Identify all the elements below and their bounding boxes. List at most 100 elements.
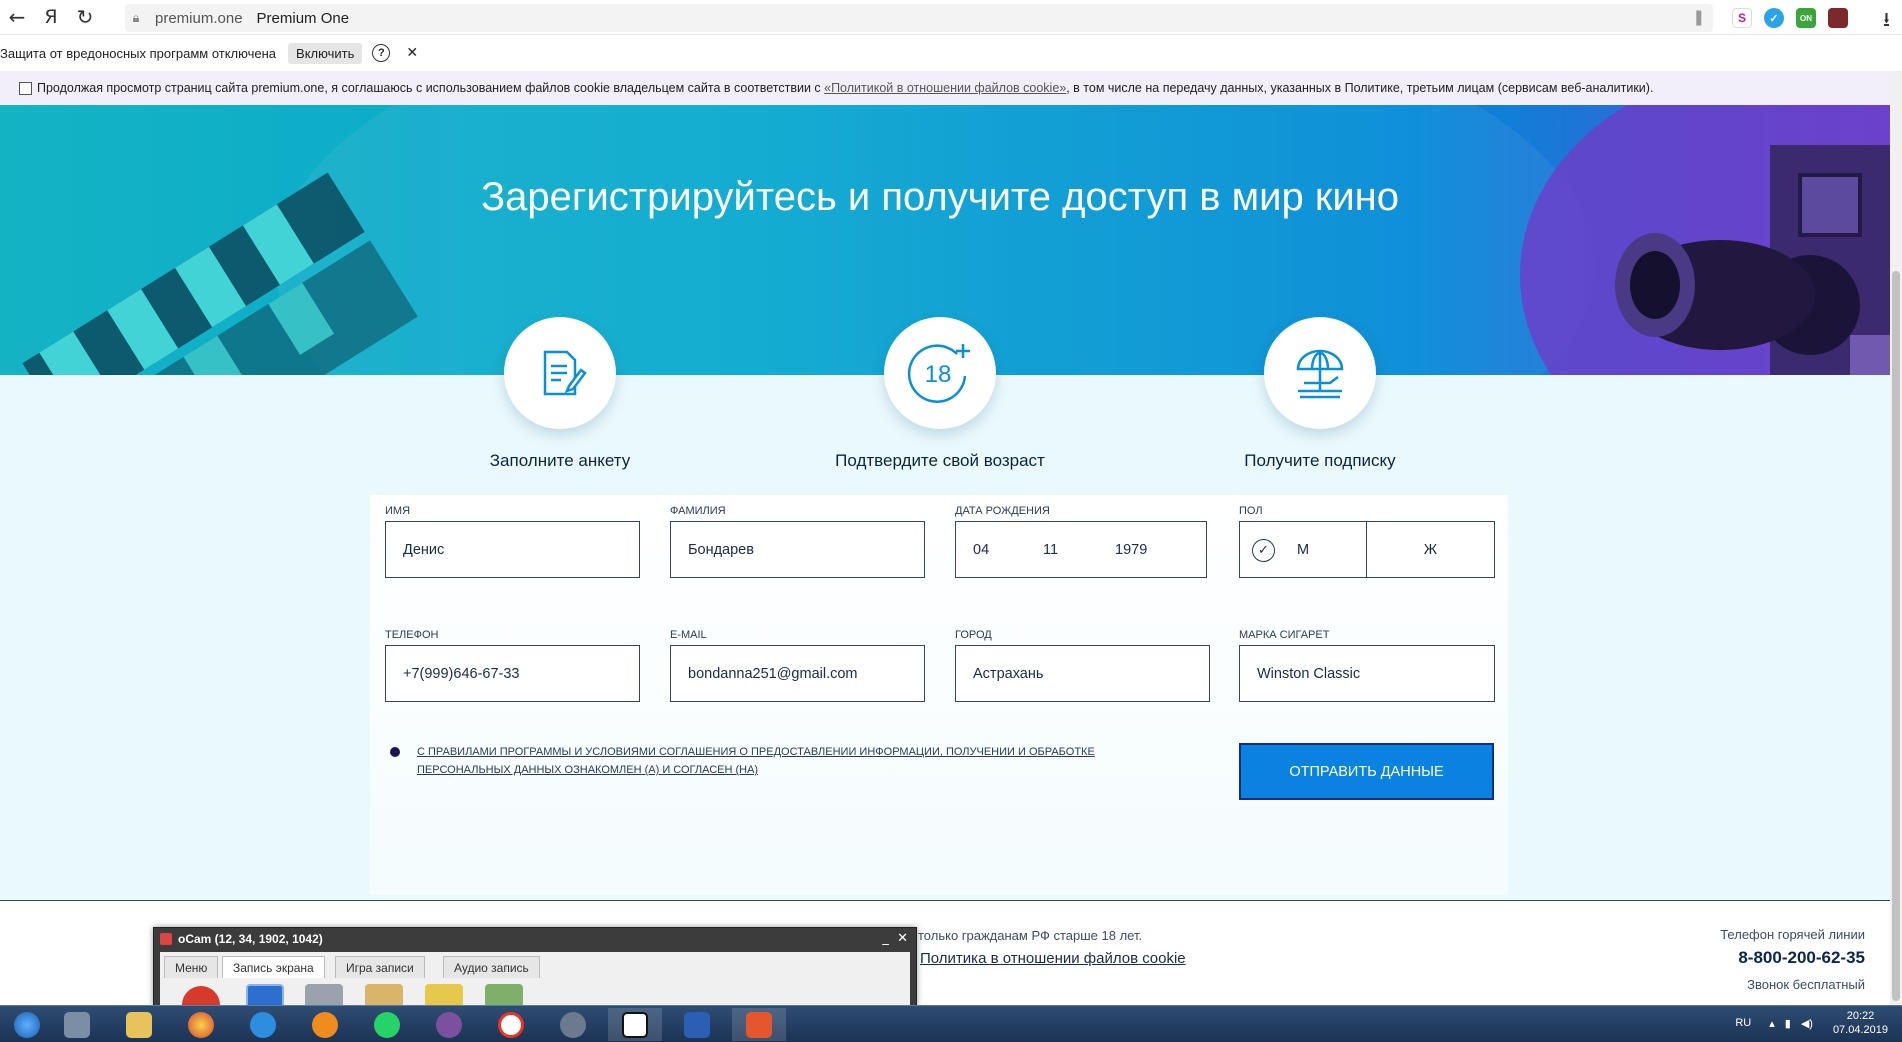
extension-telegram-icon[interactable]: ✓: [1764, 8, 1784, 28]
birthdate-field: ДАТА РОЖДЕНИЯ 04 11 1979: [955, 505, 1207, 578]
hero-headline: Зарегистрируйтесь и получите доступ в ми…: [480, 175, 1400, 219]
birth-day[interactable]: 04: [973, 542, 1043, 558]
download-icon[interactable]: ⭳: [1883, 5, 1890, 39]
page-scrollbar[interactable]: [1890, 71, 1902, 1005]
language-indicator[interactable]: RU: [1735, 1017, 1751, 1029]
cigarette-brand-input[interactable]: Winston Classic: [1239, 645, 1495, 702]
field-label: ИМЯ: [385, 505, 411, 517]
surname-field: ФАМИЛИЯ Бондарев: [670, 505, 925, 578]
address-host: premium.one: [155, 9, 243, 27]
check-circle-icon: ✓: [1252, 539, 1275, 562]
cigarette-brand-field: МАРКА СИГАРЕТ Winston Classic: [1239, 629, 1495, 702]
ocam-window-controls[interactable]: _ ✕: [882, 931, 908, 946]
cookie-consent-checkbox[interactable]: [19, 81, 32, 95]
taskbar-calculator[interactable]: [50, 1008, 104, 1041]
clock[interactable]: 20:22 07.04.2019: [1833, 1009, 1888, 1037]
free-call-note: Звонок бесплатный: [1747, 977, 1865, 992]
address-bar[interactable]: 🔒︎ premium.one Premium One ❚: [125, 4, 1713, 32]
start-button[interactable]: [0, 1008, 54, 1041]
field-label: E-MAIL: [670, 629, 707, 641]
internet-explorer-icon: [250, 1011, 276, 1038]
protection-bar: Защита от вредоносных программ отключена…: [0, 36, 1902, 70]
back-icon[interactable]: ←: [0, 0, 34, 34]
gender-selector: ✓ М Ж: [1239, 521, 1495, 578]
footer-cookie-policy-link[interactable]: Политика в отношении файлов cookie: [920, 950, 1186, 967]
ocam-titlebar[interactable]: oCam (12, 34, 1902, 1042) _ ✕: [154, 928, 916, 950]
cookie-text-suffix: , в том числе на передачу данных, указан…: [1066, 81, 1654, 95]
extension-camera-icon[interactable]: [1828, 8, 1848, 28]
gender-field: ПОЛ ✓ М Ж: [1239, 505, 1495, 578]
protection-text: Защита от вредоносных программ отключена: [0, 45, 277, 61]
taskbar-ie[interactable]: [236, 1008, 290, 1041]
step-get-subscription: Получите подписку: [1170, 317, 1470, 471]
name-input[interactable]: Денис: [385, 521, 640, 578]
taskbar-app[interactable]: [546, 1008, 600, 1041]
beach-umbrella-icon: [1296, 349, 1344, 399]
agreement-row: С ПРАВИЛАМИ ПРОГРАММЫ И УСЛОВИЯМИ СОГЛАШ…: [390, 743, 1130, 779]
age-badge-text: 18: [925, 361, 952, 388]
enable-protection-button[interactable]: Включить: [288, 42, 363, 64]
taskbar-info[interactable]: [608, 1008, 662, 1041]
taskbar-ocam[interactable]: [732, 1008, 786, 1041]
cookie-policy-link[interactable]: «Политикой в отношении файлов cookie»: [824, 81, 1066, 95]
age-notice: только гражданам РФ старше 18 лет.: [918, 928, 1143, 943]
hotline-number[interactable]: 8-800-200-62-35: [1738, 948, 1865, 968]
taskbar-media[interactable]: [298, 1008, 352, 1041]
reload-icon[interactable]: ↻: [68, 0, 102, 34]
step-label: Заполните анкету: [489, 451, 631, 470]
tray-arrow-icon[interactable]: ▴: [1769, 1017, 1775, 1030]
folder-icon: [126, 1011, 152, 1038]
submit-button[interactable]: ОТПРАВИТЬ ДАННЫЕ: [1239, 743, 1494, 800]
step-fill-form: Заполните анкету: [410, 317, 710, 471]
app-icon: [560, 1011, 586, 1038]
taskbar-chrome[interactable]: [174, 1008, 228, 1041]
clapperboard-image: [22, 172, 418, 375]
taskbar-whatsapp[interactable]: [360, 1008, 414, 1041]
step-label: Подтвердите свой возраст: [835, 451, 1045, 470]
ocam-title: oCam (12, 34, 1902, 1042): [178, 932, 323, 946]
volume-icon[interactable]: ◀): [1801, 1017, 1813, 1030]
gender-male-option[interactable]: ✓ М: [1239, 521, 1367, 578]
page-title: Premium One: [256, 9, 350, 27]
surname-input[interactable]: Бондарев: [670, 521, 925, 578]
scrollbar-thumb[interactable]: [1892, 271, 1900, 1001]
ocam-tab-menu[interactable]: Меню: [164, 956, 219, 978]
extension-se-icon[interactable]: S: [1732, 8, 1752, 28]
birth-month[interactable]: 11: [1043, 542, 1115, 558]
close-icon[interactable]: ✕: [406, 45, 418, 61]
birthdate-input[interactable]: 04 11 1979: [955, 521, 1207, 578]
windows-logo-icon: [14, 1011, 40, 1038]
extension-on-icon[interactable]: ON: [1796, 8, 1816, 28]
birth-year[interactable]: 1979: [1115, 542, 1147, 558]
cookie-consent-bar: Продолжая просмотр страниц сайта premium…: [0, 71, 1890, 105]
taskbar-yandex[interactable]: [484, 1008, 538, 1041]
email-input[interactable]: bondanna251@gmail.com: [670, 645, 925, 702]
media-player-icon: [312, 1011, 338, 1038]
field-label: ТЕЛЕФОН: [385, 629, 439, 641]
taskbar-word[interactable]: [670, 1008, 724, 1041]
name-field: ИМЯ Денис: [385, 505, 640, 578]
gender-female-option[interactable]: Ж: [1367, 521, 1495, 578]
agreement-link[interactable]: С ПРАВИЛАМИ ПРОГРАММЫ И УСЛОВИЯМИ СОГЛАШ…: [417, 743, 1130, 779]
ocam-icon: [746, 1011, 772, 1038]
step-circle: [504, 317, 616, 429]
taskbar-explorer[interactable]: [112, 1008, 166, 1041]
agreement-radio[interactable]: [390, 747, 400, 757]
city-input[interactable]: Астрахань: [955, 645, 1210, 702]
hotline-label: Телефон горячей линии: [1720, 927, 1865, 942]
ocam-tab-audio-record[interactable]: Аудио запись: [443, 956, 540, 978]
ocam-tab-game-record[interactable]: Игра записи: [335, 956, 425, 978]
email-field: E-MAIL bondanna251@gmail.com: [670, 629, 925, 702]
phone-input[interactable]: +7(999)646-67-33: [385, 645, 640, 702]
help-icon[interactable]: ?: [372, 44, 391, 62]
bookmark-icon[interactable]: ❚: [1692, 8, 1705, 26]
ocam-tab-screen-record[interactable]: Запись экрана: [222, 956, 325, 978]
yandex-logo[interactable]: Я: [34, 0, 68, 34]
clock-date: 07.04.2019: [1832, 1024, 1888, 1036]
network-icon[interactable]: ▮: [1785, 1017, 1791, 1030]
step-confirm-age: 18 Подтвердите свой возраст: [790, 317, 1090, 471]
taskbar-viber[interactable]: [422, 1008, 476, 1041]
form-icon: [543, 350, 587, 396]
whatsapp-icon: [374, 1011, 400, 1038]
field-label: МАРКА СИГАРЕТ: [1239, 629, 1330, 641]
